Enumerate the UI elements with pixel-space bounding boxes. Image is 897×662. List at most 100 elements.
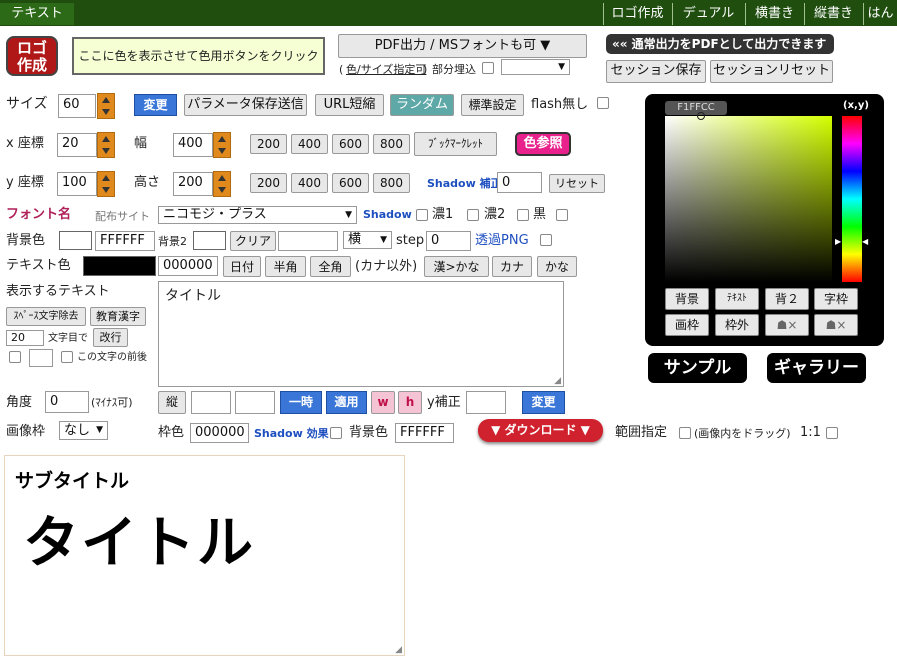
picker-outside-frame-button[interactable]: 枠外 (715, 314, 759, 336)
resize-handle-icon[interactable]: ◢ (554, 376, 561, 386)
text-color-input[interactable]: 000000 (158, 256, 218, 276)
preview-canvas[interactable]: サブタイトル タイトル ◢ (4, 455, 405, 656)
temp-button[interactable]: 一時 (280, 391, 322, 414)
flash-none-checkbox[interactable] (597, 97, 609, 109)
picker-text-button[interactable]: ﾃｷｽﾄ (715, 288, 759, 310)
remove-space-button[interactable]: ｽﾍﾟｰｽ文字除去 (6, 307, 86, 326)
edu-kanji-button[interactable]: 教育漢字 (90, 307, 146, 326)
text-content-textarea[interactable]: タイトル ◢ (158, 281, 564, 387)
break-char-input[interactable] (29, 349, 53, 367)
shadow-checkbox[interactable] (416, 209, 428, 221)
gallery-button[interactable]: ギャラリー (767, 353, 866, 383)
picker-bg2-button[interactable]: 背２ (765, 288, 809, 310)
height-preset-400[interactable]: 400 (291, 173, 328, 193)
saturation-area[interactable] (665, 116, 832, 282)
size-input[interactable]: 60 (58, 94, 96, 118)
transparent-png-link[interactable]: 透過PNG (475, 231, 529, 251)
hue-slider[interactable] (842, 116, 862, 282)
angle-input[interactable]: 0 (45, 391, 89, 413)
bg-color-swatch[interactable] (59, 231, 92, 250)
nav-tab-text[interactable]: テキスト (0, 3, 74, 25)
gradient-direction-select[interactable]: 横 ▼ (343, 231, 392, 249)
width-preset-600[interactable]: 600 (332, 134, 369, 154)
image-frame-select[interactable]: なし ▼ (59, 421, 108, 440)
nav-tab-horizontal[interactable]: 横書き (745, 3, 803, 25)
newline-button[interactable]: 改行 (93, 328, 128, 347)
ratio-checkbox[interactable] (826, 427, 838, 439)
katakana-button[interactable]: カナ (492, 256, 532, 277)
height-stepper[interactable] (213, 171, 231, 197)
height-preset-600[interactable]: 600 (332, 173, 369, 193)
width-input[interactable]: 400 (173, 133, 213, 157)
picker-shadow-clear2-button[interactable]: ☗× (814, 314, 858, 336)
nav-tab-dual[interactable]: デュアル (672, 3, 744, 25)
picker-bg-button[interactable]: 背景 (665, 288, 709, 310)
text-color-swatch[interactable] (83, 256, 156, 276)
download-button[interactable]: ▼ ダウンロード ▼ (478, 419, 603, 442)
size-spec-link[interactable]: 色/サイズ指定可 (346, 60, 426, 80)
resize-handle-icon[interactable]: ◢ (395, 645, 402, 655)
reset-button[interactable]: リセット (549, 174, 605, 193)
transparent-png-checkbox[interactable] (540, 234, 552, 246)
color-hint-box[interactable]: ここに色を表示させて色用ボタンをクリック (72, 37, 325, 75)
step-input[interactable]: 0 (426, 231, 471, 251)
logo-create-badge[interactable]: ロゴ 作成 (6, 36, 58, 76)
width-preset-800[interactable]: 800 (373, 134, 410, 154)
vertical-button[interactable]: 縦 (158, 391, 186, 414)
url-shorten-button[interactable]: URL短縮 (315, 94, 384, 116)
param-save-send-button[interactable]: パラメータ保存送信 (184, 94, 307, 116)
picker-shadow-clear-button[interactable]: ☗× (765, 314, 809, 336)
border-color-input[interactable]: 000000 (190, 423, 249, 443)
kanji-to-kana-button[interactable]: 漢>かな (424, 256, 489, 277)
font-select[interactable]: ニコモジ・プラス ▼ (158, 206, 357, 224)
partial-embed-checkbox[interactable] (482, 62, 494, 74)
w-button[interactable]: w (371, 391, 395, 414)
hiragana-button[interactable]: かな (537, 256, 577, 277)
bg2-color-input[interactable] (278, 231, 338, 251)
shadow-effect-checkbox[interactable] (330, 427, 342, 439)
picker-char-border-button[interactable]: 字枠 (814, 288, 858, 310)
sample-button[interactable]: サンプル (648, 353, 747, 383)
nav-tab-stamp[interactable]: はん (863, 3, 897, 25)
nav-tab-logo[interactable]: ロゴ作成 (603, 3, 671, 25)
picker-cursor-icon[interactable] (697, 112, 705, 120)
font-site-link[interactable]: 配布サイト (95, 207, 150, 227)
date-button[interactable]: 日付 (223, 256, 261, 277)
half-width-button[interactable]: 半角 (265, 256, 306, 277)
y-coord-stepper[interactable] (97, 171, 115, 197)
offset-y-input[interactable] (235, 391, 275, 414)
apply-button[interactable]: 適用 (326, 391, 367, 414)
y-coord-input[interactable]: 100 (57, 172, 97, 196)
picker-image-frame-button[interactable]: 画枠 (665, 314, 709, 336)
char-position-input[interactable]: 20 (6, 330, 44, 346)
dark2-checkbox[interactable] (517, 209, 529, 221)
height-input[interactable]: 200 (173, 172, 213, 196)
bookmarklet-button[interactable]: ﾌﾞｯｸﾏｰｸﾚｯﾄ (414, 132, 497, 156)
change-button[interactable]: 変更 (134, 94, 177, 116)
x-coord-stepper[interactable] (97, 132, 115, 158)
x-coord-input[interactable]: 20 (57, 133, 97, 157)
width-preset-200[interactable]: 200 (250, 134, 287, 154)
pdf-font-select[interactable]: ▼ (501, 59, 570, 75)
h-button[interactable]: h (398, 391, 422, 414)
random-button[interactable]: ランダム (390, 94, 454, 116)
session-save-button[interactable]: セッション保存 (606, 60, 706, 83)
angle-change-button[interactable]: 変更 (522, 391, 565, 414)
bg2-color-swatch[interactable] (193, 231, 226, 250)
dark1-checkbox[interactable] (467, 209, 479, 221)
shadow-fix-input[interactable]: 0 (497, 172, 542, 193)
clear-button[interactable]: クリア (230, 231, 276, 251)
session-reset-button[interactable]: セッションリセット (710, 60, 833, 83)
range-select-checkbox[interactable] (679, 427, 691, 439)
frame-bg-color-input[interactable]: FFFFFF (395, 423, 454, 443)
bg-color-input[interactable]: FFFFFF (95, 231, 155, 251)
char-break-checkbox[interactable] (9, 351, 21, 363)
size-stepper[interactable] (97, 93, 115, 119)
black-checkbox[interactable] (556, 209, 568, 221)
y-fix-input[interactable] (466, 391, 506, 414)
nav-tab-vertical[interactable]: 縦書き (804, 3, 862, 25)
before-after-checkbox[interactable] (61, 351, 73, 363)
width-stepper[interactable] (213, 132, 231, 158)
standard-settings-button[interactable]: 標準設定 (461, 94, 524, 116)
width-preset-400[interactable]: 400 (291, 134, 328, 154)
